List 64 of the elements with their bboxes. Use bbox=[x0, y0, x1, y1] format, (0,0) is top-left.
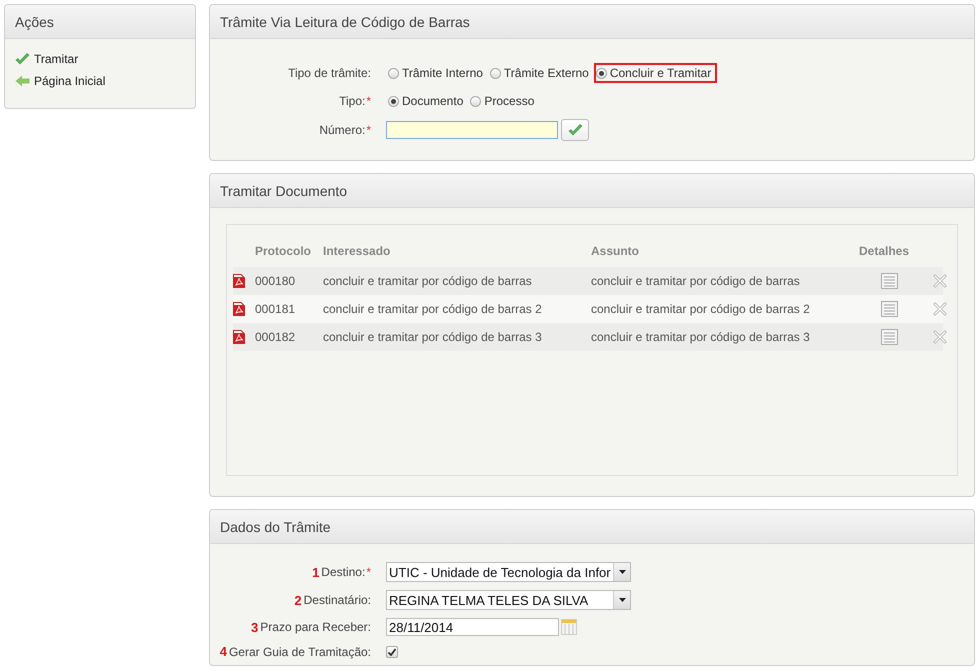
panel-title: Ações bbox=[15, 14, 54, 30]
required-mark: * bbox=[366, 123, 371, 137]
table-cell-text: 000180 bbox=[255, 274, 296, 288]
field-label: Número: bbox=[319, 123, 366, 137]
table-cell-text: concluir e tramitar por código de barras bbox=[323, 274, 533, 288]
document-list-icon[interactable] bbox=[881, 273, 898, 289]
pdf-icon bbox=[233, 330, 245, 344]
column-header: Protocolo bbox=[255, 244, 312, 258]
annotation-number: 2 bbox=[294, 592, 302, 608]
column-header: Assunto bbox=[591, 244, 640, 258]
field-label: Tipo de trâmite: bbox=[288, 66, 371, 80]
annotation-number: 1 bbox=[312, 564, 320, 580]
field-label: Prazo para Receber: bbox=[260, 620, 371, 634]
dropdown[interactable]: UTIC - Unidade de Tecnologia da Infor bbox=[386, 562, 631, 582]
column-header: Detalhes bbox=[859, 244, 910, 258]
radio-option[interactable]: Documento bbox=[386, 91, 468, 111]
field-label: Destinatário: bbox=[304, 593, 371, 607]
close-icon[interactable] bbox=[933, 274, 947, 288]
radio-option[interactable]: Concluir e Tramitar bbox=[594, 63, 718, 83]
close-icon[interactable] bbox=[933, 302, 947, 316]
required-mark: * bbox=[366, 94, 371, 108]
radio-option[interactable]: Trâmite Externo bbox=[488, 63, 594, 83]
table-cell-text: concluir e tramitar por código de barras bbox=[591, 274, 801, 288]
table-cell-text: concluir e tramitar por código de barras 3 bbox=[591, 330, 811, 344]
radio-button[interactable] bbox=[596, 68, 607, 78]
sidebar-link[interactable]: Página Inicial bbox=[15, 74, 185, 88]
radio-button[interactable] bbox=[470, 96, 482, 106]
table-cell-text: concluir e tramitar por código de barras 2 bbox=[323, 302, 543, 316]
check-icon bbox=[568, 124, 582, 136]
check-icon bbox=[15, 52, 30, 66]
checkbox[interactable] bbox=[386, 646, 398, 658]
calendar-icon[interactable] bbox=[561, 619, 577, 635]
check-icon bbox=[388, 648, 396, 656]
document-list-icon[interactable] bbox=[881, 301, 898, 317]
field-label: Tipo: bbox=[339, 94, 366, 108]
table-cell-text: concluir e tramitar por código de barras 2 bbox=[591, 302, 811, 316]
panel-title: Dados do Trâmite bbox=[220, 518, 330, 534]
required-mark: * bbox=[366, 565, 371, 579]
date-field[interactable]: 28/11/2014 bbox=[386, 618, 559, 636]
close-icon[interactable] bbox=[933, 330, 947, 344]
confirm-button[interactable] bbox=[561, 119, 589, 141]
arrow-left-icon bbox=[15, 75, 30, 87]
annotation-number: 4 bbox=[220, 644, 227, 659]
table-cell-text: concluir e tramitar por código de barras 3 bbox=[323, 330, 543, 344]
panel-title: Trâmite Via Leitura de Código de Barras bbox=[220, 14, 470, 30]
caret-icon bbox=[618, 570, 626, 574]
panel-title: Tramitar Documento bbox=[220, 182, 348, 198]
sidebar-link[interactable]: Tramitar bbox=[15, 52, 185, 66]
document-list-icon[interactable] bbox=[881, 329, 898, 345]
radio-option[interactable]: Trâmite Interno bbox=[386, 63, 488, 83]
pdf-icon bbox=[233, 274, 245, 288]
radio-button[interactable] bbox=[388, 96, 399, 106]
field-label: Destino: bbox=[321, 565, 366, 579]
caret-icon bbox=[618, 598, 626, 602]
radio-button[interactable] bbox=[388, 68, 399, 78]
annotation-number: 3 bbox=[251, 620, 258, 634]
field-label: Gerar Guia de Tramitação: bbox=[228, 644, 371, 658]
dropdown[interactable]: REGINA TELMA TELES DA SILVA bbox=[386, 590, 631, 610]
table-cell-text: 000182 bbox=[255, 330, 296, 344]
column-header: Interessado bbox=[323, 244, 392, 258]
number-field[interactable] bbox=[386, 121, 558, 139]
radio-button[interactable] bbox=[490, 68, 501, 78]
radio-option[interactable]: Processo bbox=[468, 91, 540, 111]
table-cell-text: 000181 bbox=[255, 302, 296, 316]
